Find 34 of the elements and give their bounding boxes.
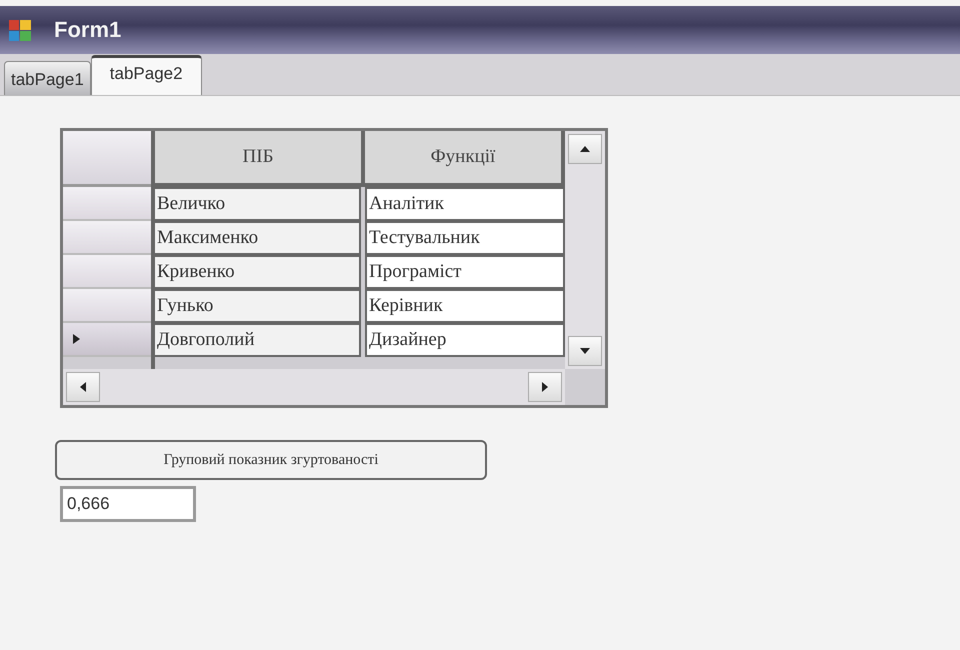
horizontal-scrollbar[interactable]: [63, 369, 565, 405]
table-cell: Кривенко: [155, 255, 361, 289]
tab[interactable]: tabPage2: [90, 55, 202, 95]
row-header[interactable]: [63, 187, 151, 221]
scroll-left-button[interactable]: [66, 372, 100, 402]
table-cell: Величко: [155, 187, 361, 221]
row-header[interactable]: [63, 255, 151, 289]
table-cell: Тестувальник: [365, 221, 565, 255]
window-title: Form1: [54, 17, 122, 43]
left-icon: [78, 382, 88, 392]
table-cell: Програміст: [365, 255, 565, 289]
scroll-down-button[interactable]: [568, 336, 602, 366]
column-header[interactable]: Функції: [365, 131, 565, 187]
row-header[interactable]: [63, 221, 151, 255]
table-cell: Довгополий: [155, 323, 361, 357]
result-field[interactable]: 0,666: [60, 486, 196, 522]
tab[interactable]: tabPage1: [4, 61, 91, 95]
row-header[interactable]: [63, 289, 151, 323]
table-cell: Максименко: [155, 221, 361, 255]
table-cell: Керівник: [365, 289, 565, 323]
down-icon: [580, 346, 590, 356]
current-row-icon: [71, 334, 81, 344]
row-header[interactable]: [63, 323, 151, 357]
table-cell: Гунько: [155, 289, 361, 323]
vertical-scrollbar[interactable]: [565, 131, 605, 369]
up-icon: [580, 144, 590, 154]
column-header[interactable]: ПІБ: [155, 131, 365, 187]
scroll-up-button[interactable]: [568, 134, 602, 164]
right-icon: [540, 382, 550, 392]
cohesion-button[interactable]: Груповий показник згуртованості: [55, 440, 487, 480]
table-cell: Дизайнер: [365, 323, 565, 357]
table-cell: Аналітик: [365, 187, 565, 221]
app-icon: [8, 18, 32, 42]
scroll-right-button[interactable]: [528, 372, 562, 402]
